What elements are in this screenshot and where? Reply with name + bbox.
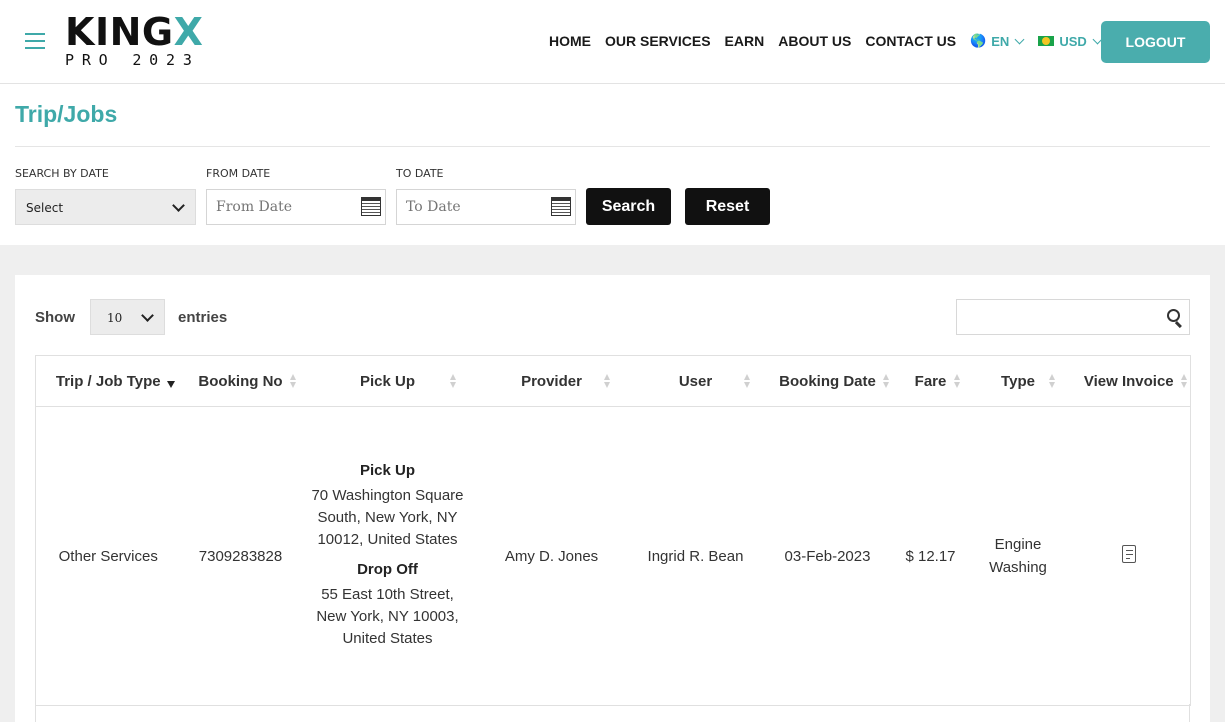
sort-icon [603, 374, 611, 389]
nav-home[interactable]: HOME [549, 33, 591, 49]
reset-button[interactable]: Reset [685, 188, 770, 225]
pickup-heading: Pick Up [359, 462, 416, 479]
to-date-label: TO DATE [396, 167, 444, 180]
type-cell: Engine Washing [968, 406, 1068, 706]
show-label: Show [35, 309, 75, 326]
col-view-invoice[interactable]: View Invoice [1067, 355, 1191, 407]
invoice-icon[interactable] [1120, 544, 1138, 564]
col-pick-up[interactable]: Pick Up [300, 355, 475, 407]
invoice-cell [1067, 406, 1191, 706]
pickup-cell: Pick Up 70 Washington Square South, New … [300, 406, 475, 706]
trip-type-cell: Other Services [35, 406, 181, 706]
col-label: Fare [914, 372, 947, 390]
language-dropdown[interactable]: 🌎 EN [970, 33, 1025, 49]
currency-dropdown[interactable]: USD [1038, 33, 1103, 49]
col-trip-job-type[interactable]: Trip / Job Type [35, 355, 181, 407]
search-button[interactable]: Search [586, 188, 671, 225]
divider [15, 146, 1210, 147]
chevron-down-icon [141, 309, 154, 322]
search-by-date-value: Select [26, 201, 64, 215]
booking-no-cell: 7309283828 [180, 406, 301, 706]
col-booking-date[interactable]: Booking Date [762, 355, 893, 407]
col-label: View Invoice [1083, 372, 1174, 390]
currency-value: USD [1059, 33, 1087, 49]
language-value: EN [991, 33, 1010, 49]
sort-icon [289, 374, 297, 389]
logo-tagline: PRO 2023 [65, 51, 200, 69]
col-label: User [678, 372, 713, 390]
nav-our-services[interactable]: OUR SERVICES [605, 33, 711, 49]
flag-icon [1038, 36, 1055, 46]
sort-desc-icon [166, 381, 175, 388]
from-date-input[interactable] [206, 189, 386, 225]
col-type[interactable]: Type [968, 355, 1068, 407]
col-label: Pick Up [359, 372, 416, 390]
user-cell: Ingrid R. Bean [628, 406, 763, 706]
nav-earn[interactable]: EARN [725, 33, 765, 49]
hamburger-menu-icon[interactable] [25, 33, 45, 50]
dropoff-heading: Drop Off [357, 561, 418, 578]
main-nav: HOME OUR SERVICES EARN ABOUT US CONTACT … [549, 32, 1116, 50]
nav-about-us[interactable]: ABOUT US [778, 33, 851, 49]
col-label: Booking No [198, 372, 283, 390]
entries-value: 10 [107, 311, 123, 325]
nav-contact-us[interactable]: CONTACT US [865, 33, 956, 49]
sort-icon [882, 374, 890, 389]
col-booking-no[interactable]: Booking No [180, 355, 301, 407]
booking-date-cell: 03-Feb-2023 [762, 406, 893, 706]
page-title: Trip/Jobs [15, 101, 118, 127]
col-fare[interactable]: Fare [892, 355, 969, 407]
dropoff-address: 55 East 10th Street, New York, NY 10003,… [316, 586, 459, 647]
trips-table: Trip / Job Type Booking No Pick Up Provi… [35, 355, 1191, 706]
table-search-input[interactable] [956, 299, 1190, 335]
sort-icon [953, 374, 961, 389]
sort-icon [449, 374, 457, 389]
col-provider[interactable]: Provider [474, 355, 629, 407]
chevron-down-icon [172, 199, 185, 212]
chevron-down-icon [1014, 34, 1025, 44]
col-label: Type [1001, 372, 1035, 390]
col-user[interactable]: User [628, 355, 763, 407]
entries-label: entries [178, 309, 228, 326]
entries-select[interactable]: 10 [90, 299, 165, 335]
logout-button[interactable]: LOGOUT [1101, 21, 1210, 63]
fare-cell: $ 12.17 [892, 406, 969, 706]
logo-wordmark: KINGX [65, 10, 204, 54]
to-date-input[interactable] [396, 189, 576, 225]
table-row [35, 704, 1190, 722]
from-date-label: FROM DATE [206, 167, 271, 180]
pickup-address: 70 Washington Square South, New York, NY… [311, 487, 464, 548]
search-by-date-select[interactable]: Select [15, 189, 196, 225]
globe-icon: 🌎 [970, 33, 987, 48]
site-logo[interactable]: KINGX PRO 2023 [65, 12, 210, 70]
col-label: Trip / Job Type [55, 372, 161, 390]
sort-icon [1181, 374, 1188, 389]
col-label: Provider [521, 372, 582, 390]
col-label: Booking Date [779, 372, 876, 390]
search-icon[interactable] [1167, 309, 1184, 328]
provider-cell: Amy D. Jones [474, 406, 629, 706]
sort-icon [1048, 374, 1056, 389]
top-header: KINGX PRO 2023 HOME OUR SERVICES EARN AB… [0, 0, 1225, 84]
search-by-date-label: SEARCH BY DATE [15, 167, 109, 180]
sort-icon [743, 374, 751, 389]
table-row: Other Services 7309283828 Pick Up 70 Was… [35, 406, 1191, 706]
table-header-row: Trip / Job Type Booking No Pick Up Provi… [35, 355, 1191, 407]
